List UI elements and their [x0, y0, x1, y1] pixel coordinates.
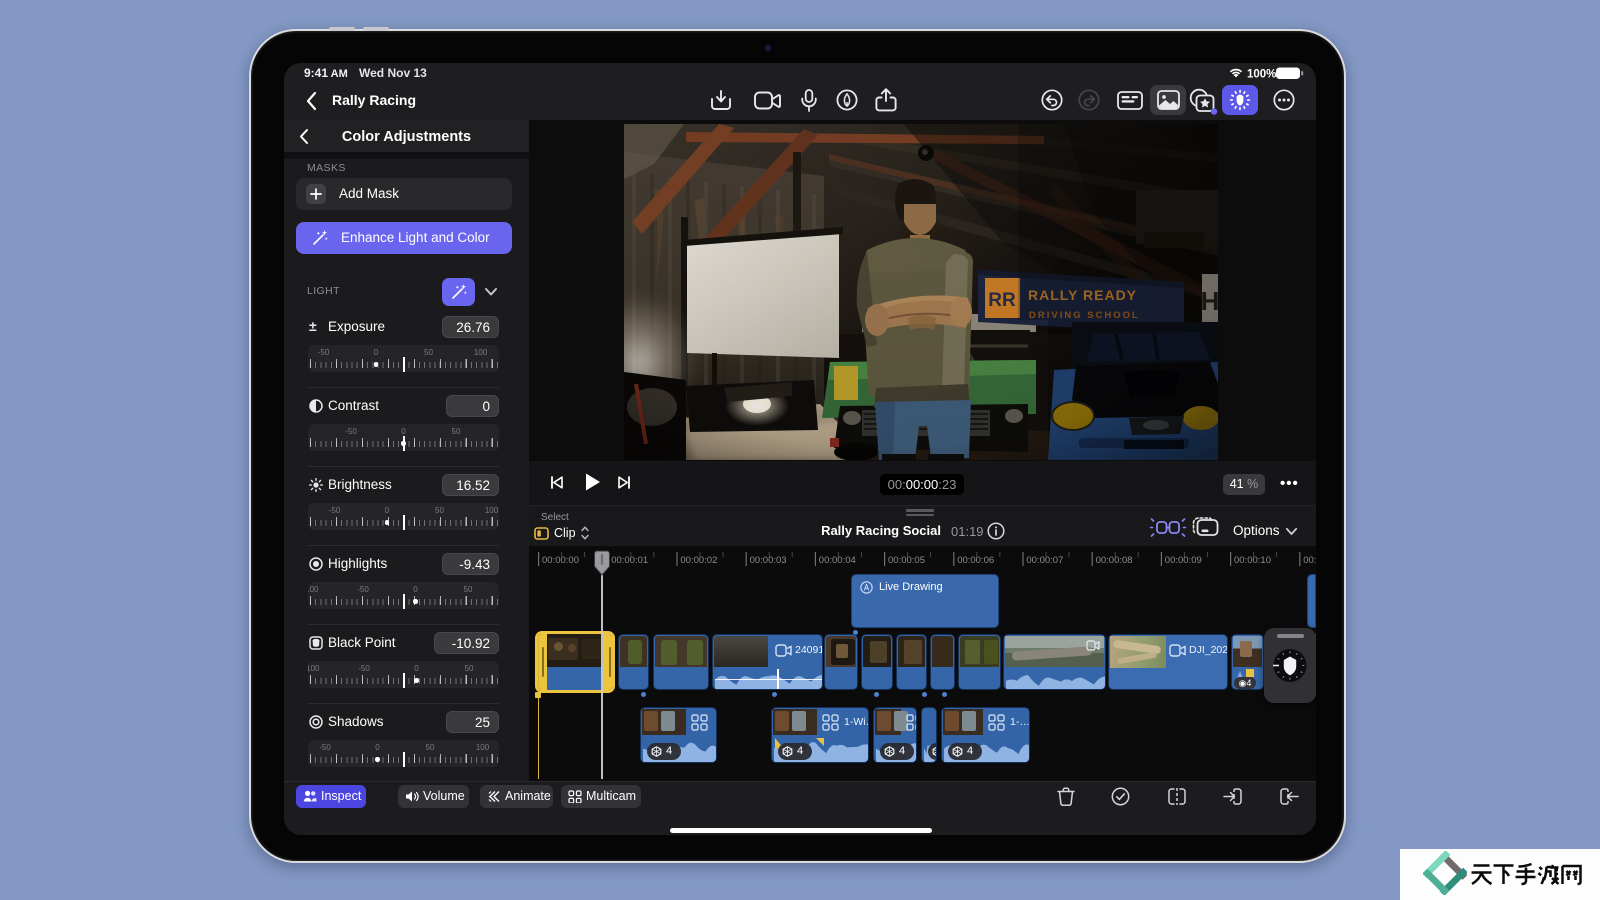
svg-text:00:00:01: 00:00:01	[611, 555, 648, 566]
svg-text:00:00:11: 00:00:11	[1303, 555, 1316, 566]
svg-text:100%: 100%	[1247, 69, 1276, 81]
svg-text:00:00:08: 00:00:08	[1096, 555, 1133, 566]
svg-text:00:00:03: 00:00:03	[750, 555, 787, 566]
svg-text:00:00:10: 00:00:10	[1234, 555, 1271, 566]
svg-text:00:00:00: 00:00:00	[542, 555, 579, 566]
svg-text:00:00:07: 00:00:07	[1026, 555, 1063, 566]
svg-text:00:00:09: 00:00:09	[1165, 555, 1202, 566]
svg-text:00:00:06: 00:00:06	[957, 555, 994, 566]
svg-text:00:00:04: 00:00:04	[819, 555, 856, 566]
svg-text:00:00:05: 00:00:05	[888, 555, 925, 566]
svg-text:00:00:02: 00:00:02	[680, 555, 717, 566]
